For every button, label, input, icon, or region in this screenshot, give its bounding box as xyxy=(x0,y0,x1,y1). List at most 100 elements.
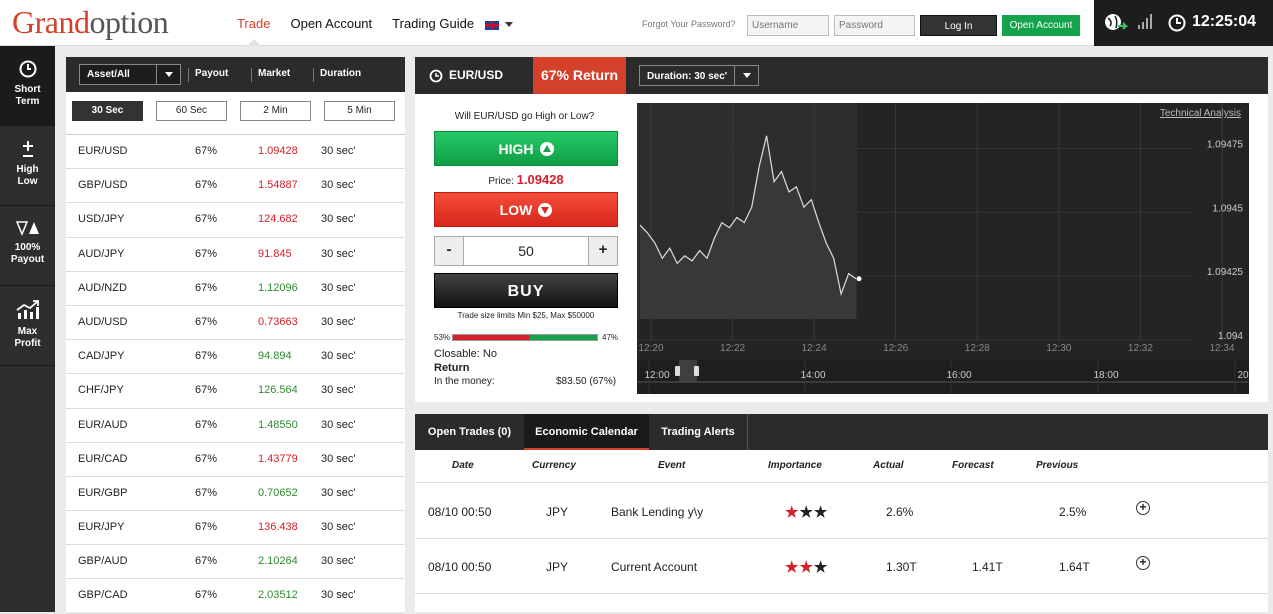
event-previous: 2.5% xyxy=(1059,505,1087,519)
expand-event-icon[interactable]: + xyxy=(1136,556,1150,570)
in-the-money-label: In the money: xyxy=(434,376,495,387)
asset-filter-select[interactable]: Asset/All xyxy=(79,64,181,85)
decrease-amount-button[interactable]: - xyxy=(435,237,464,265)
arrows-icon xyxy=(15,221,39,236)
asset-row[interactable]: USD/JPY 67% 124.682 30 sec' xyxy=(66,203,405,238)
open-account-button[interactable]: Open Account xyxy=(1002,15,1080,36)
asset-payout: 67% xyxy=(195,281,218,294)
active-tab-pointer xyxy=(247,39,261,46)
low-button[interactable]: LOW xyxy=(434,192,618,227)
asset-duration: 30 sec' xyxy=(321,315,356,328)
event-actual: 1.30T xyxy=(886,560,917,574)
asset-row[interactable]: EUR/CAD 67% 1.43779 30 sec' xyxy=(66,443,405,477)
sidebar-item-high-low[interactable]: High Low xyxy=(0,126,55,206)
tab-open-trades[interactable]: Open Trades (0) xyxy=(415,414,524,450)
duration-column-header[interactable]: Duration xyxy=(313,68,361,82)
asset-row[interactable]: CAD/JPY 67% 94.894 30 sec' xyxy=(66,340,405,375)
nav-trade[interactable]: Trade xyxy=(237,16,270,31)
asset-row[interactable]: CHF/JPY 67% 126.564 30 sec' xyxy=(66,374,405,409)
asset-payout: 67% xyxy=(195,452,218,465)
tab-economic-calendar[interactable]: Economic Calendar xyxy=(524,414,649,450)
trade-limits: Trade size limits Min $25, Max $50000 xyxy=(457,311,595,320)
x-tick-label: 12:24 xyxy=(802,343,827,354)
y-tick-label: 1.09425 xyxy=(1207,267,1244,278)
asset-pair: CAD/JPY xyxy=(78,350,125,363)
calendar-row[interactable]: 08/10 00:50 JPY Current Account ★★★ 1.30T 1.4… xyxy=(415,539,1268,594)
duration-30-sec[interactable]: 30 Sec xyxy=(72,101,143,121)
asset-row[interactable]: GBP/USD 67% 1.54887 30 sec' xyxy=(66,169,405,204)
login-button[interactable]: Log In xyxy=(920,15,997,36)
expand-event-icon[interactable]: + xyxy=(1136,501,1150,515)
sidebar-item-100-payout[interactable]: 100% Payout xyxy=(0,206,55,286)
arrow-up-icon xyxy=(539,142,554,156)
asset-row[interactable]: EUR/JPY 67% 136.438 30 sec' xyxy=(66,511,405,546)
duration-2-min[interactable]: 2 Min xyxy=(240,101,311,121)
asset-price: 126.564 xyxy=(258,384,298,397)
importance-star-icon: ★ xyxy=(799,504,814,521)
asset-row[interactable]: EUR/USD 67% 1.09428 30 sec' xyxy=(66,135,405,170)
password-input[interactable] xyxy=(834,15,915,36)
sidebar-item-max-profit[interactable]: Max Profit xyxy=(0,286,55,366)
chevron-down-icon xyxy=(165,72,173,77)
username-input[interactable] xyxy=(747,15,829,36)
nav-open-account[interactable]: Open Account xyxy=(290,16,372,31)
event-name: Current Account xyxy=(611,560,698,574)
asset-panel-header: Asset/All Payout Market Duration xyxy=(66,57,405,92)
asset-row[interactable]: GBP/CAD 67% 2.03512 30 sec' xyxy=(66,579,405,614)
asset-pair: EUR/USD xyxy=(78,145,128,157)
increase-amount-button[interactable]: + xyxy=(588,237,617,265)
asset-price: 91.845 xyxy=(258,247,292,260)
price-chart[interactable]: Technical Analysis 12:20 12:22 12:24 12:26 1… xyxy=(637,103,1249,394)
importance-star-icon: ★ xyxy=(785,504,800,521)
navigator-bg xyxy=(637,360,1249,394)
asset-pair: GBP/CAD xyxy=(78,589,128,602)
asset-duration: 30 sec' xyxy=(321,247,356,260)
asset-payout: 67% xyxy=(195,350,218,363)
y-tick-label: 1.09475 xyxy=(1207,140,1244,151)
high-button[interactable]: HIGH xyxy=(434,131,618,166)
x-tick-label: 12:34 xyxy=(1209,343,1234,354)
duration-5-min[interactable]: 5 Min xyxy=(324,101,395,121)
asset-pair: GBP/AUD xyxy=(78,555,128,568)
asset-price: 124.682 xyxy=(258,213,298,226)
market-column-header[interactable]: Market xyxy=(251,68,290,82)
x-tick-label: 12:28 xyxy=(965,343,990,354)
asset-payout: 67% xyxy=(195,213,218,226)
asset-pair: EUR/AUD xyxy=(78,418,128,431)
chevron-down-icon[interactable] xyxy=(505,22,513,27)
uk-flag-icon[interactable] xyxy=(484,20,500,31)
buy-button[interactable]: BUY xyxy=(434,273,618,308)
globe-icon[interactable] xyxy=(1104,13,1128,33)
clock-icon xyxy=(19,60,36,78)
arrow-down-icon xyxy=(538,203,553,217)
main-nav: Trade Open Account Trading Guide xyxy=(237,16,474,31)
asset-duration: 30 sec' xyxy=(321,452,356,465)
navigator-tick-label: 16:00 xyxy=(946,370,971,381)
tab-trading-alerts[interactable]: Trading Alerts xyxy=(649,414,748,450)
amount-input[interactable]: 50 xyxy=(464,237,588,265)
asset-duration: 30 sec' xyxy=(321,213,356,226)
top-bar: Grandoption Trade Open Account Trading G… xyxy=(0,0,1273,46)
asset-pair: CHF/JPY xyxy=(78,384,124,397)
signal-bars-icon xyxy=(1138,14,1152,29)
sidebar-item-short-term[interactable]: Short Term xyxy=(0,46,55,126)
asset-row[interactable]: GBP/AUD 67% 2.10264 30 sec' xyxy=(66,545,405,580)
logo[interactable]: Grandoption xyxy=(12,4,169,41)
asset-row[interactable]: EUR/AUD 67% 1.48550 30 sec' xyxy=(66,409,405,443)
nav-trading-guide[interactable]: Trading Guide xyxy=(392,16,474,31)
asset-row[interactable]: AUD/USD 67% 0.73663 30 sec' xyxy=(66,306,405,341)
forgot-password-link[interactable]: Forgot Your Password? xyxy=(642,19,736,29)
asset-row[interactable]: AUD/JPY 67% 91.845 30 sec' xyxy=(66,238,405,272)
asset-duration: 30 sec' xyxy=(321,179,356,192)
calendar-row[interactable]: 08/10 00:50 JPY Bank Lending y\y ★★★ 2.6% 2.5… xyxy=(415,484,1268,539)
payout-column-header[interactable]: Payout xyxy=(188,68,228,82)
duration-60-sec[interactable]: 60 Sec xyxy=(156,101,227,121)
growth-chart-icon xyxy=(15,300,39,319)
event-importance: ★★★ xyxy=(785,503,828,521)
asset-duration: 30 sec' xyxy=(321,555,356,568)
asset-pair: AUD/USD xyxy=(78,315,128,328)
duration-select[interactable]: Duration: 30 sec' xyxy=(639,65,759,86)
asset-row[interactable]: EUR/GBP 67% 0.70652 30 sec' xyxy=(66,477,405,512)
asset-row[interactable]: AUD/NZD 67% 1.12096 30 sec' xyxy=(66,272,405,306)
asset-payout: 67% xyxy=(195,384,218,397)
